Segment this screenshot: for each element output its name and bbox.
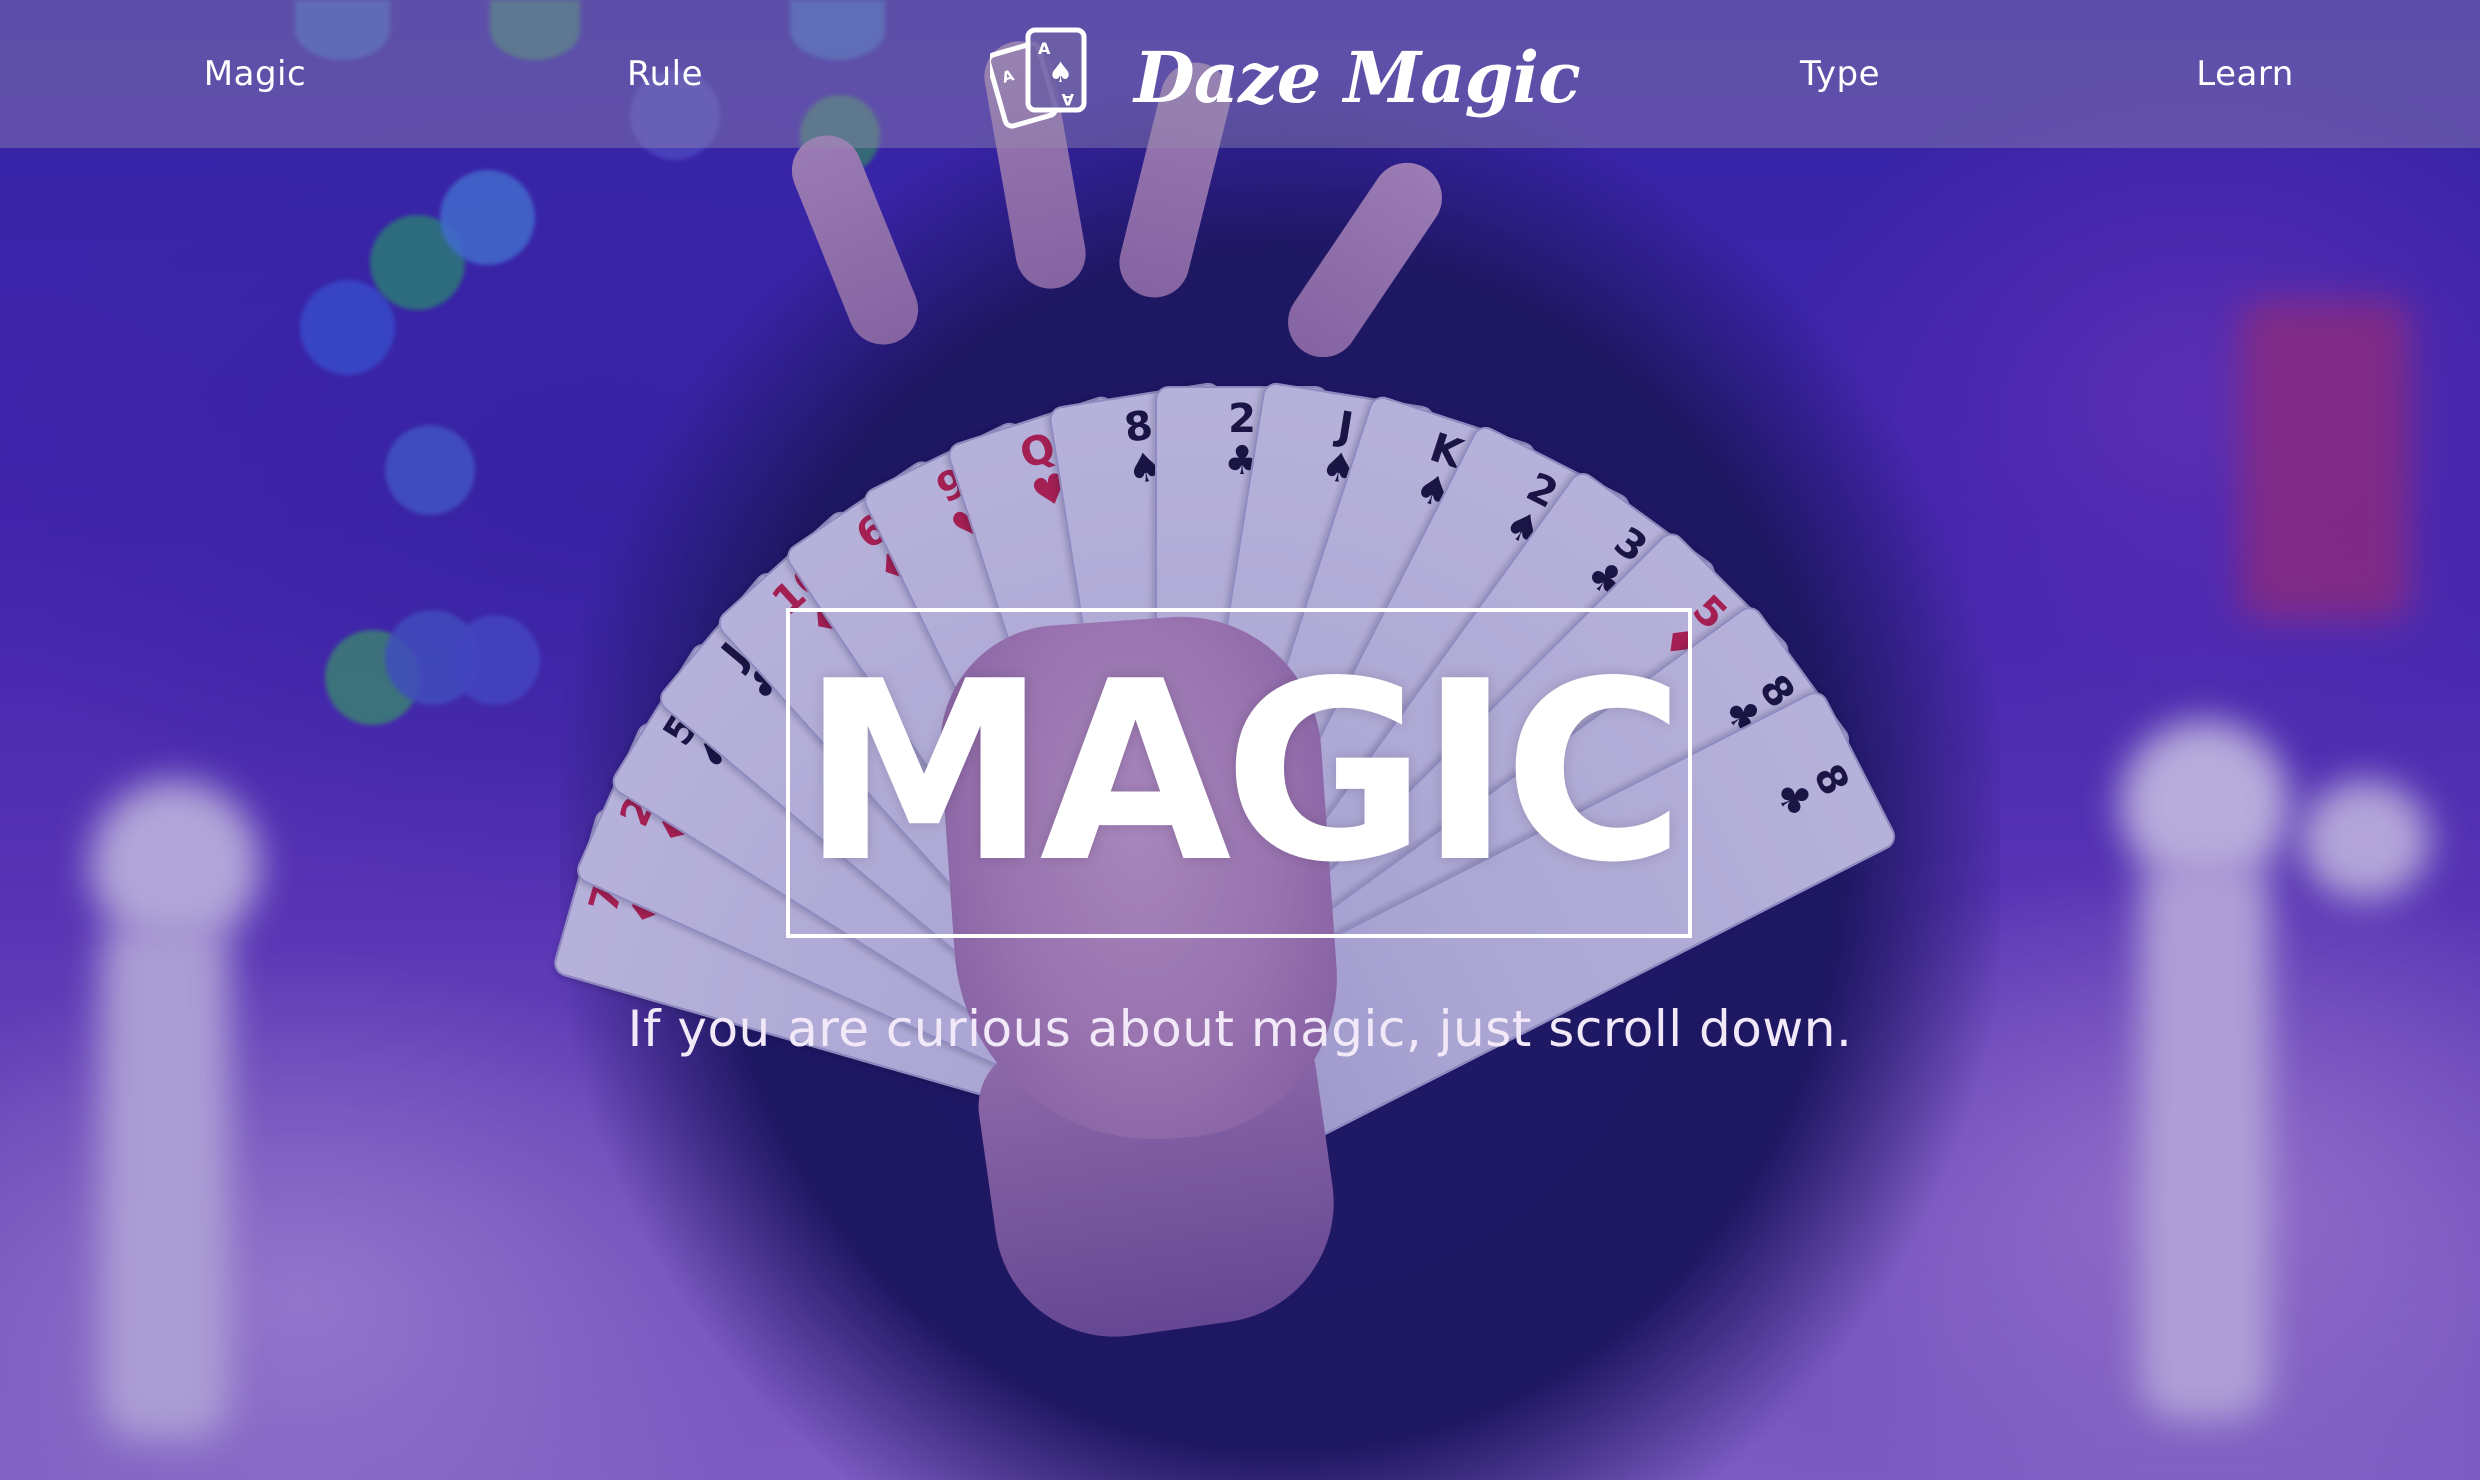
brand-logo[interactable]: A A ♠ A Daze Magic	[990, 22, 1581, 132]
hero-subtitle: If you are curious about magic, just scr…	[627, 1000, 1853, 1058]
svg-text:A: A	[1061, 90, 1074, 109]
hero-title-box: MAGIC	[786, 608, 1692, 938]
nav-link-type[interactable]: Type	[1740, 0, 1940, 148]
svg-text:A: A	[1000, 66, 1016, 87]
brand-name: Daze Magic	[1134, 35, 1581, 119]
nav-link-rule[interactable]: Rule	[570, 0, 760, 148]
nav-link-magic[interactable]: Magic	[160, 0, 350, 148]
svg-text:♠: ♠	[1048, 56, 1073, 89]
page: 7♦ 2♦ 5♠ J♣ 10♦ 6♦ 9♥ Q♥ 8♠ 2♣ J♠ K♠ 2♠ …	[0, 0, 2480, 1480]
playing-cards-ace-icon: A A ♠ A	[990, 27, 1087, 129]
hero-title: MAGIC	[800, 629, 1686, 917]
nav-link-learn[interactable]: Learn	[2140, 0, 2350, 148]
top-navbar: Magic Rule A A ♠ A Daze Magic Type Learn	[0, 0, 2480, 148]
